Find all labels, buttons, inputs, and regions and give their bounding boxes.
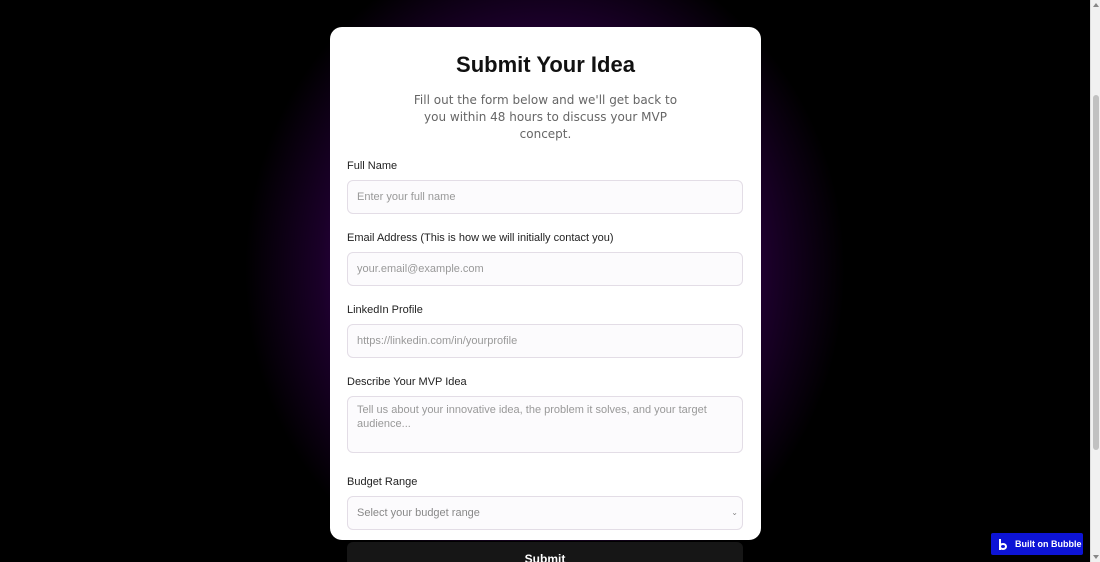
form-subtitle: Fill out the form below and we'll get ba…	[413, 93, 678, 141]
full-name-label: Full Name	[347, 160, 398, 172]
scroll-up-icon[interactable]	[1093, 3, 1099, 7]
mvp-idea-label: Describe Your MVP Idea	[347, 376, 467, 388]
email-input[interactable]	[347, 252, 743, 286]
scroll-down-icon[interactable]	[1093, 555, 1099, 559]
scrollbar-thumb[interactable]	[1093, 95, 1099, 450]
budget-field: Budget Range Select your budget range ⌄	[347, 475, 744, 530]
mvp-idea-field: Describe Your MVP Idea	[347, 375, 744, 458]
email-field: Email Address (This is how we will initi…	[347, 231, 744, 286]
budget-label: Budget Range	[347, 476, 418, 488]
email-label: Email Address (This is how we will initi…	[347, 232, 614, 244]
chevron-down-icon: ⌄	[731, 508, 738, 517]
budget-selected-value: Select your budget range	[357, 507, 480, 519]
mvp-idea-textarea[interactable]	[347, 396, 743, 453]
bubble-logo-icon	[996, 538, 1009, 551]
scrollbar[interactable]	[1090, 0, 1100, 562]
linkedin-field: LinkedIn Profile	[347, 303, 744, 358]
full-name-input[interactable]	[347, 180, 743, 214]
submit-idea-form: Submit Your Idea Fill out the form below…	[330, 27, 761, 562]
badge-label: Built on Bubble	[1015, 539, 1082, 549]
budget-select[interactable]: Select your budget range ⌄	[347, 496, 743, 530]
linkedin-input[interactable]	[347, 324, 743, 358]
linkedin-label: LinkedIn Profile	[347, 304, 423, 316]
built-on-bubble-badge[interactable]: Built on Bubble	[991, 533, 1083, 555]
page-title: Submit Your Idea	[456, 52, 635, 77]
full-name-field: Full Name	[347, 159, 744, 214]
submit-button[interactable]: Submit	[347, 542, 743, 562]
